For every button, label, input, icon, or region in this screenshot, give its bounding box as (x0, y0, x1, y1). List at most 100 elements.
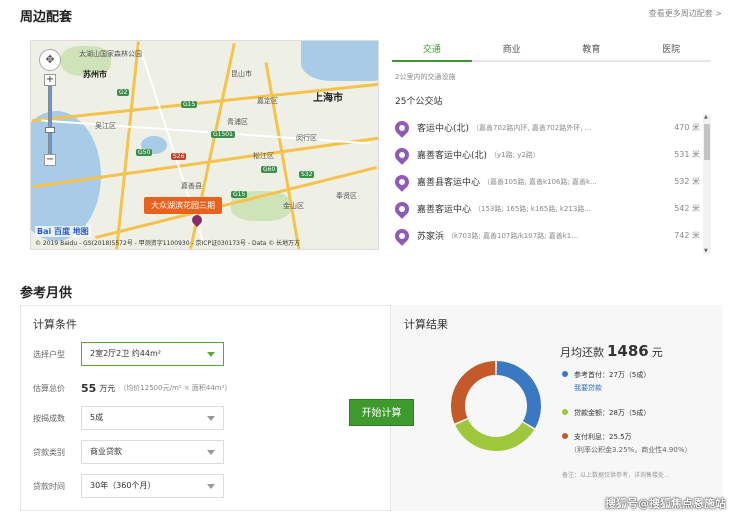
map-label: 青浦区 (227, 118, 248, 126)
scrollbar-thumb[interactable] (704, 124, 710, 160)
property-marker[interactable]: 大众湖滨花园三期 (144, 197, 222, 214)
disclaimer: 备注：以上数据仅供参考，详询售楼处... (562, 472, 670, 479)
list-item[interactable]: 客运中心(北) （嘉善702路内环, 嘉善702路外环, ... 470 米 (392, 114, 700, 141)
legend-dot (562, 433, 568, 439)
road-shield: G1501 (211, 131, 235, 138)
select-value: 30年（360个月） (90, 481, 156, 490)
interest-rate-note: （利率公积金3.25%，商业性4.90%） (570, 446, 692, 454)
list-item[interactable]: 嘉善客运中心(北) （y1路; y2路） 531 米 (392, 141, 700, 168)
river-mouth (301, 41, 378, 81)
price-note: （均价12500元/m² × 面积44m²） (119, 384, 232, 392)
highway-s26 (115, 41, 140, 249)
map-label: 嘉定区 (257, 97, 278, 105)
down-payment-select[interactable]: 5成 (81, 406, 224, 430)
list-item[interactable]: 嘉善县客运中心 （嘉善105路; 嘉善k106路; 嘉善k... 532 米 (392, 168, 700, 195)
legend-interest: 支付利息：25.5万 (562, 432, 632, 442)
list-item[interactable]: 苏家浜 （k703路; 嘉善107路/k107路; 嘉善k105路; ... 7… (392, 222, 700, 249)
form-label: 选择户型 (33, 349, 65, 359)
road-shield: G15 (181, 101, 198, 108)
transport-note: 2公里内的交通设施 (395, 73, 456, 81)
map-label: 上海市 (313, 93, 343, 104)
map-label: 金山区 (283, 202, 304, 210)
select-value: 5成 (90, 413, 104, 422)
mortgage-result-panel (390, 305, 723, 511)
compass-pan-icon[interactable]: ✥ (39, 49, 61, 71)
legend-dot (562, 371, 568, 377)
map-label: 苏州市 (83, 70, 107, 79)
stop-name: 嘉善客运中心(北) (417, 151, 488, 161)
total-price: 55 (81, 381, 97, 395)
apply-loan-link[interactable]: 我要贷款 (574, 383, 602, 393)
legend-loan-amount: 贷款金额：28万（5成） (562, 408, 650, 418)
bus-pin-icon (392, 144, 412, 165)
road-shield: G60 (261, 166, 278, 173)
select-value: 2室2厅2卫 约44m² (90, 349, 161, 358)
monthly-value: 1486 (607, 342, 649, 360)
stop-distance: 742 米 (674, 231, 700, 240)
legend-label: 贷款金额：28万（5成） (574, 409, 651, 417)
stop-name: 苏家浜 (417, 232, 445, 242)
map-label: 昆山市 (231, 70, 252, 78)
map-label: 奉贤区 (336, 192, 357, 200)
loan-term-row: 贷款时间 30年（360个月） (33, 474, 224, 498)
baidu-map[interactable]: 太湖山国家森林公园 苏州市 昆山市 上海市 嘉定区 青浦区 松江区 吴江区 嘉善… (30, 40, 379, 250)
form-label: 贷款时间 (33, 481, 65, 491)
tab-commerce[interactable]: 商业 (472, 40, 552, 60)
tab-education[interactable]: 教育 (552, 40, 632, 60)
list-item[interactable]: 嘉善客运中心 （153路; 165路; k165路; k213路... 542 … (392, 195, 700, 222)
scroll-up-icon[interactable]: ▲ (704, 114, 708, 120)
stop-name: 嘉善客运中心 (417, 205, 472, 215)
monthly-payment: 月均还款 1486 元 (560, 342, 663, 360)
stop-distance: 531 米 (674, 150, 700, 159)
road-shield: G15 (231, 191, 248, 198)
bus-pin-icon (392, 117, 412, 138)
chevron-down-icon (207, 484, 215, 489)
bus-pin-icon (392, 198, 412, 219)
loan-term-select[interactable]: 30年（360个月） (81, 474, 224, 498)
zoom-slider-handle[interactable] (45, 127, 55, 133)
legend-dot (562, 409, 568, 415)
price-row: 估算总价 55 万元 （均价12500元/m² × 面积44m²） (33, 376, 231, 400)
bus-stop-count: 25个公交站 (395, 97, 443, 107)
map-label: 吴江区 (95, 122, 116, 130)
legend-label: 参考首付：27万（5成） (574, 371, 651, 379)
legend-label: 支付利息：25.5万 (574, 433, 632, 441)
legend-down-payment: 参考首付：27万（5成） (562, 370, 650, 380)
chevron-down-icon (207, 352, 215, 357)
stop-list-scrollbar[interactable]: ▲ ▼ (703, 114, 711, 254)
more-surroundings-link[interactable]: 查看更多周边配套 > (649, 8, 722, 19)
stop-name: 客运中心(北) (417, 124, 470, 134)
payment-donut-chart (451, 361, 541, 451)
zoom-in-button[interactable]: + (44, 74, 56, 86)
stop-name: 嘉善县客运中心 (417, 178, 481, 188)
donut-segment-0 (496, 361, 541, 429)
map-label: 松江区 (253, 152, 274, 160)
section-title-surroundings: 周边配套 (20, 10, 73, 25)
stop-lines: （153路; 165路; k165路; k213路... (474, 204, 591, 213)
bus-stop-list: 客运中心(北) （嘉善702路内环, 嘉善702路外环, ... 470 米 嘉… (392, 114, 700, 249)
stop-distance: 532 米 (674, 177, 700, 186)
map-zoom-control: ✥ + − (39, 49, 65, 166)
start-calc-button[interactable]: 开始计算 (349, 399, 414, 426)
loan-type-row: 贷款类别 商业贷款 (33, 440, 224, 464)
tab-transport[interactable]: 交通 (392, 40, 472, 62)
select-value: 商业贷款 (90, 447, 122, 456)
section-title-mortgage: 参考月供 (20, 286, 73, 301)
stop-lines: （y1路; y2路） (490, 150, 540, 159)
baidu-map-logo: Bai 百度 地图 (35, 226, 91, 237)
down-payment-row: 按揭成数 5成 (33, 406, 224, 430)
form-label: 贷款类别 (33, 447, 65, 457)
layout-select[interactable]: 2室2厅2卫 约44m² (81, 342, 224, 366)
tab-hospital[interactable]: 医院 (631, 40, 711, 60)
monthly-label: 月均还款 (560, 346, 604, 359)
loan-type-select[interactable]: 商业贷款 (81, 440, 224, 464)
stop-distance: 542 米 (674, 204, 700, 213)
conditions-title: 计算条件 (33, 318, 77, 331)
donut-segment-1 (455, 418, 535, 451)
bus-pin-icon (392, 225, 412, 246)
zoom-slider[interactable] (45, 86, 55, 154)
donut-segment-2 (451, 361, 496, 424)
stop-lines: （k703路; 嘉善107路/k107路; 嘉善k105路; ... (447, 231, 582, 240)
scroll-down-icon[interactable]: ▼ (704, 248, 708, 254)
zoom-out-button[interactable]: − (44, 154, 56, 166)
